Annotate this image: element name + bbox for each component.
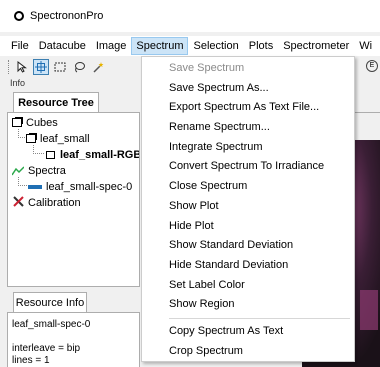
menu-item-show-plot[interactable]: Show Plot xyxy=(142,197,354,217)
tree-item-spectra[interactable]: Spectra xyxy=(12,163,66,178)
toolbar-grip xyxy=(8,60,10,74)
menu-file[interactable]: File xyxy=(6,37,34,55)
tree-item-label: leaf_small-RGB xyxy=(60,148,140,161)
resource-info-interleave: interleave = bip xyxy=(12,343,81,354)
menu-item-close-spectrum[interactable]: Close Spectrum xyxy=(142,177,354,197)
menu-item-crop-spectrum[interactable]: Crop Spectrum xyxy=(142,342,354,362)
menu-item-save-spectrum: Save Spectrum xyxy=(169,62,245,74)
menu-item-set-label-color[interactable]: Set Label Color xyxy=(142,276,354,296)
window-title: SpectrononPro xyxy=(30,10,104,22)
menu-item-hide-standard-deviation[interactable]: Hide Standard Deviation xyxy=(142,256,354,276)
resource-tree: Cubes leaf_small leaf_small-RGB Spectra … xyxy=(7,112,140,287)
menu-item-copy-spectrum-as-text[interactable]: Copy Spectrum As Text xyxy=(142,322,354,342)
menu-window[interactable]: Wi xyxy=(354,37,377,55)
spectra-icon xyxy=(12,165,24,175)
crosshair-icon[interactable] xyxy=(33,59,49,75)
menu-item-integrate-spectrum[interactable]: Integrate Spectrum xyxy=(142,138,354,158)
menu-spectrum[interactable]: Spectrum xyxy=(131,37,189,55)
info-label: Info xyxy=(10,78,26,88)
cube-icon xyxy=(26,134,36,143)
tree-connector xyxy=(33,145,44,154)
spectrum-menu-dropdown: Save Spectrum Save Spectrum As... Export… xyxy=(141,56,355,362)
resource-tree-tabbar: Resource Tree xyxy=(0,92,140,112)
menu-plots[interactable]: Plots xyxy=(244,37,278,55)
spectrum-line-icon xyxy=(28,184,42,189)
menu-item-show-region[interactable]: Show Region xyxy=(142,295,354,315)
menu-selection[interactable]: Selection xyxy=(188,37,243,55)
tree-item-calibration[interactable]: Calibration xyxy=(12,195,81,210)
tree-item-leaf-small[interactable]: leaf_small xyxy=(26,131,90,146)
tree-item-label: Calibration xyxy=(28,196,81,209)
tree-item-leaf-small-rgb[interactable]: leaf_small-RGB xyxy=(46,147,140,162)
resource-info-lines: lines = 1 xyxy=(12,355,50,366)
toolbar-info-icon[interactable]: E xyxy=(366,60,378,72)
tree-item-label: leaf_small-spec-0 xyxy=(46,180,133,193)
cube-icon xyxy=(12,118,22,127)
rectangle-select-icon[interactable] xyxy=(52,59,68,75)
menu-bar: File Datacube Image Spectrum Selection P… xyxy=(0,36,380,56)
tree-item-label: Cubes xyxy=(26,116,58,129)
menu-item-show-standard-deviation[interactable]: Show Standard Deviation xyxy=(142,236,354,256)
menu-spectrometer[interactable]: Spectrometer xyxy=(278,37,354,55)
menu-separator xyxy=(169,317,350,319)
title-bar: SpectrononPro xyxy=(0,0,380,32)
tab-resource-tree[interactable]: Resource Tree xyxy=(13,92,99,112)
menu-item-export-spectrum-as-text-file[interactable]: Export Spectrum As Text File... xyxy=(142,98,354,118)
tree-item-cubes[interactable]: Cubes xyxy=(12,115,58,130)
menu-item-rename-spectrum[interactable]: Rename Spectrum... xyxy=(142,118,354,138)
tree-item-leaf-small-spec-0[interactable]: leaf_small-spec-0 xyxy=(28,179,132,194)
resource-info-panel: leaf_small-spec-0 interleave = bip lines… xyxy=(7,312,140,367)
tab-resource-info[interactable]: Resource Info xyxy=(13,292,87,312)
calibration-icon xyxy=(12,195,24,210)
menu-item-hide-plot[interactable]: Hide Plot xyxy=(142,217,354,237)
tree-item-label: Spectra xyxy=(28,164,66,177)
resource-info-tabbar: Resource Info xyxy=(0,291,140,312)
tree-item-label: leaf_small xyxy=(40,132,90,145)
lasso-icon[interactable] xyxy=(71,59,87,75)
resource-info-name: leaf_small-spec-0 xyxy=(12,319,91,330)
menu-item-save-spectrum-as[interactable]: Save Spectrum As... xyxy=(142,79,354,99)
magic-wand-icon[interactable] xyxy=(90,59,106,75)
menu-datacube[interactable]: Datacube xyxy=(34,37,91,55)
menu-item-convert-spectrum-to-irradiance[interactable]: Convert Spectrum To Irradiance xyxy=(142,157,354,177)
app-logo-icon xyxy=(14,11,24,21)
image-icon xyxy=(46,150,55,159)
pointer-icon[interactable] xyxy=(14,59,30,75)
menu-image[interactable]: Image xyxy=(91,37,132,55)
